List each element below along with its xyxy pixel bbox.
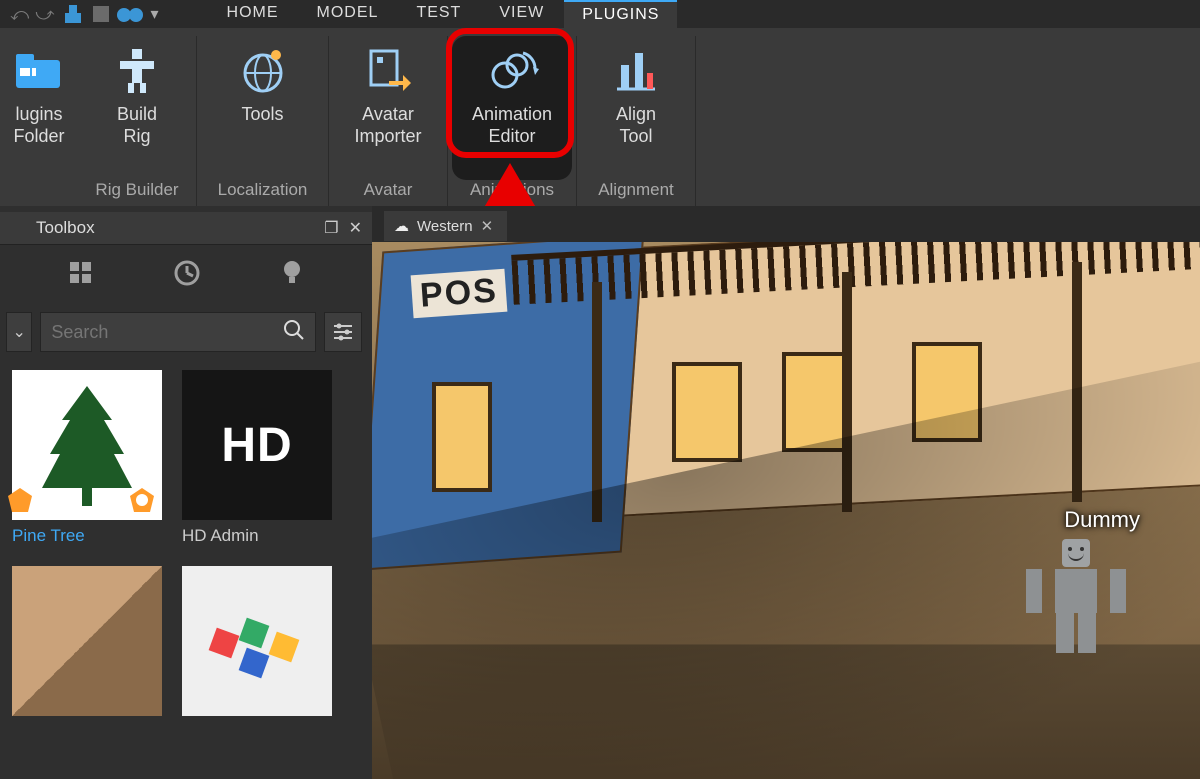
lightbulb-icon[interactable] (280, 259, 304, 292)
quick-access-toolbar: ⤺ ⤻ ▾ (0, 3, 169, 25)
toolbox-title: Toolbox (10, 218, 95, 238)
avatar-importer-icon (360, 42, 416, 98)
build-rig-button[interactable]: BuildRig (82, 36, 192, 180)
toolbox-asset-grid: Pine Tree HD HD Admin (0, 364, 372, 722)
tab-test[interactable]: TEST (398, 0, 479, 28)
filter-button[interactable] (324, 312, 362, 352)
close-tab-icon[interactable]: ✕ (481, 217, 494, 235)
ribbon-group-avatar: AvatarImporter Avatar (329, 36, 448, 206)
search-box[interactable] (40, 312, 316, 352)
tab-plugins[interactable]: PLUGINS (564, 0, 677, 28)
folder-icon (11, 42, 67, 98)
document-tab-label: Western (417, 218, 473, 235)
toolbox-search-row: ⌄ (0, 306, 372, 364)
align-icon (608, 42, 664, 98)
popout-icon[interactable]: ❐ (324, 218, 338, 238)
workspace: Toolbox ❐ ✕ ⌄ (0, 206, 1200, 779)
close-icon[interactable]: ✕ (349, 218, 362, 238)
player-icon[interactable] (61, 3, 87, 25)
tab-home[interactable]: HOME (209, 0, 297, 28)
asset-item[interactable]: HD HD Admin (182, 370, 332, 546)
asset-item[interactable] (182, 566, 332, 716)
asset-label: HD Admin (182, 526, 332, 546)
asset-thumb (12, 566, 162, 716)
endorsed-badge-icon (6, 486, 34, 514)
ribbon-group-label: Alignment (598, 180, 674, 206)
plugins-folder-button[interactable]: luginsFolder (4, 36, 74, 200)
asset-item[interactable] (12, 566, 162, 716)
chevron-down-icon: ⌄ (12, 322, 25, 342)
ribbon-group-label: Localization (218, 180, 308, 206)
ribbon: luginsFolder BuildRig Rig Builder Tools (0, 28, 1200, 206)
toolbox-panel: Toolbox ❐ ✕ ⌄ (0, 206, 372, 779)
ribbon-group-label: Rig Builder (95, 180, 178, 206)
asset-thumb (12, 370, 162, 520)
endorsed-badge-icon (128, 486, 156, 514)
animation-editor-button[interactable]: AnimationEditor (452, 36, 572, 180)
ribbon-group-localization: Tools Localization (197, 36, 329, 206)
viewport-area: ☁ Western ✕ POS Dummy (372, 206, 1200, 779)
align-tool-button[interactable]: AlignTool (581, 36, 691, 180)
qat-dropdown-icon[interactable]: ▾ (151, 4, 159, 24)
asset-thumb (182, 566, 332, 716)
avatar-importer-button[interactable]: AvatarImporter (333, 36, 443, 180)
tools-button[interactable]: Tools (203, 36, 323, 180)
cloud-icon: ☁ (394, 217, 409, 235)
category-dropdown[interactable]: ⌄ (6, 312, 32, 352)
dummy-character[interactable] (1036, 539, 1116, 659)
stop-icon[interactable] (93, 6, 109, 22)
filter-icon (332, 323, 354, 341)
ribbon-group-label: Animations (470, 180, 554, 206)
ribbon-group-alignment: AlignTool Alignment (577, 36, 696, 206)
recent-icon[interactable] (173, 259, 201, 292)
document-tab-bar: ☁ Western ✕ (372, 206, 1200, 242)
grid-icon[interactable] (68, 260, 94, 291)
asset-label: Pine Tree (12, 526, 162, 546)
ribbon-group-label: Avatar (364, 180, 413, 206)
asset-item[interactable]: Pine Tree (12, 370, 162, 546)
animation-editor-icon (484, 42, 540, 98)
document-tab[interactable]: ☁ Western ✕ (384, 211, 507, 242)
menu-tabs: HOME MODEL TEST VIEW PLUGINS (209, 0, 678, 28)
rig-icon (109, 42, 165, 98)
viewport-3d[interactable]: POS Dummy (372, 242, 1200, 779)
search-icon[interactable] (283, 319, 305, 346)
tab-view[interactable]: VIEW (481, 0, 562, 28)
ribbon-group-animations: AnimationEditor Animations (448, 36, 577, 206)
scene-sign: POS (411, 269, 508, 318)
ribbon-group-pluginsfolder: luginsFolder (0, 36, 78, 206)
top-bar: ⤺ ⤻ ▾ HOME MODEL TEST VIEW PLUGINS (0, 0, 1200, 28)
redo-icon[interactable]: ⤻ (35, 4, 54, 25)
character-label: Dummy (1064, 507, 1140, 533)
toolbox-header: Toolbox ❐ ✕ (0, 212, 372, 245)
globe-icon (235, 42, 291, 98)
undo-icon[interactable]: ⤺ (10, 4, 29, 25)
ribbon-group-rigbuilder: BuildRig Rig Builder (78, 36, 197, 206)
toolbox-subtabs (0, 245, 372, 306)
binoculars-icon[interactable] (115, 3, 145, 25)
search-input[interactable] (51, 322, 283, 343)
asset-thumb: HD (182, 370, 332, 520)
tab-model[interactable]: MODEL (299, 0, 397, 28)
